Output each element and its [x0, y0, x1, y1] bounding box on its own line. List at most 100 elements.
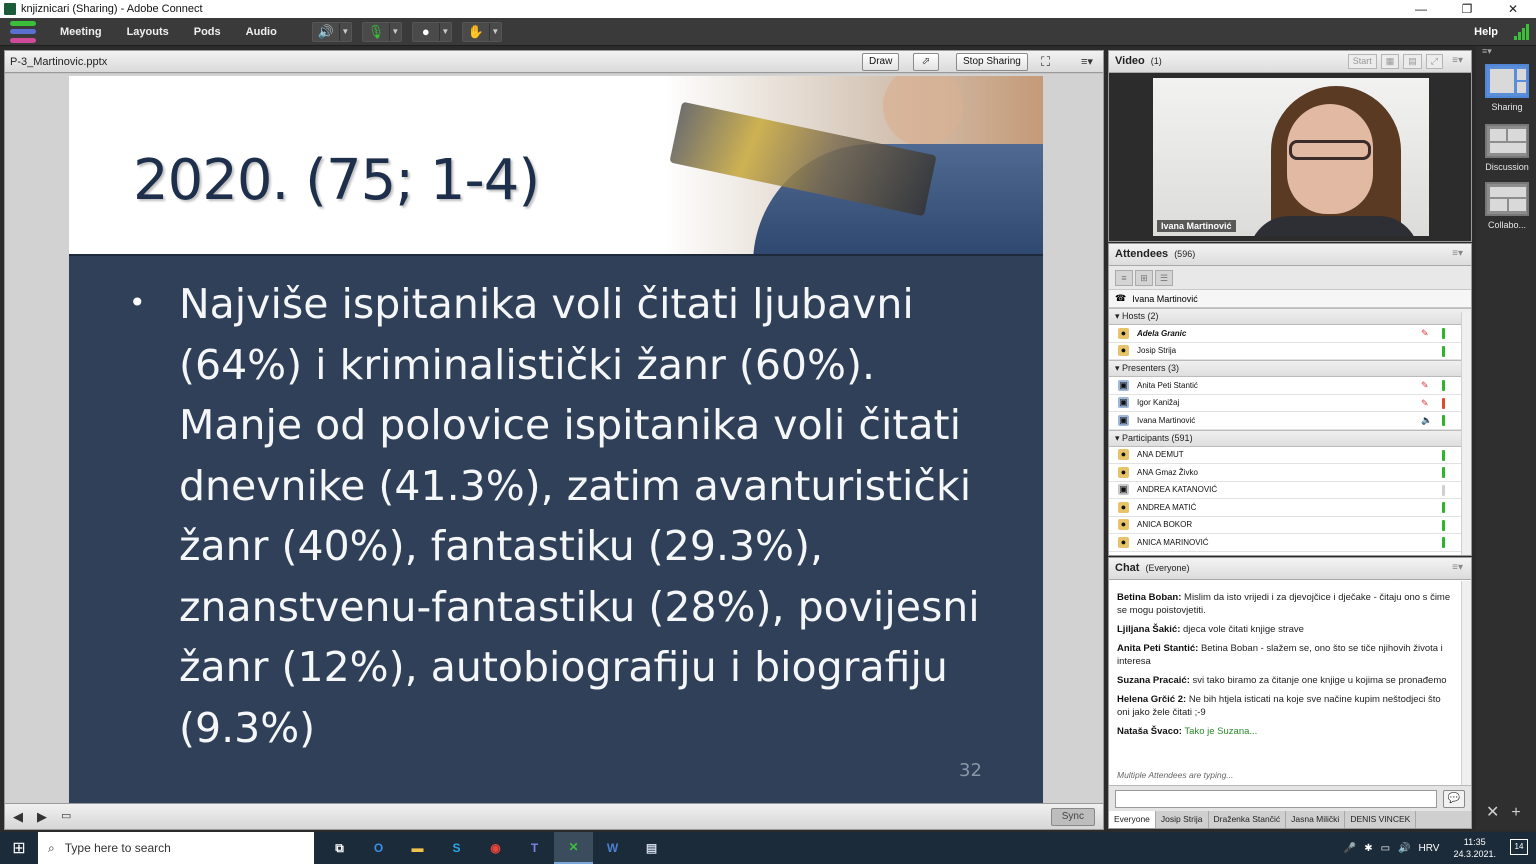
chat-message: Anita Peti Stantić: Betina Boban - slaže… — [1117, 643, 1443, 667]
attendee-row[interactable]: ▣ Ivana Martinović 🔈 — [1109, 412, 1471, 430]
layout-collaboration[interactable]: Collabo... — [1482, 182, 1532, 230]
attendee-row[interactable]: ▣ ANDREA KATANOVIĆ — [1109, 482, 1471, 499]
menu-layouts[interactable]: Layouts — [127, 26, 169, 38]
presenters-group-header[interactable]: ▾ Presenters (3) — [1109, 360, 1471, 377]
video-layout-filmstrip-icon[interactable]: ▦ — [1380, 54, 1400, 69]
attendee-row[interactable]: ● ANA DEMUT — [1109, 447, 1471, 464]
start-webcam-button[interactable]: Start — [1347, 54, 1377, 69]
teams-icon[interactable]: T — [515, 832, 554, 864]
microphone-icon[interactable]: 🎤 — [1344, 843, 1356, 854]
participant-icon: ▣ — [1118, 484, 1129, 496]
slide-viewport: 2020. (75; 1-4) • Najviše ispitanika vol… — [5, 74, 1103, 804]
layout-sharing[interactable]: Sharing — [1482, 64, 1532, 112]
add-layout-icon[interactable]: + — [1511, 804, 1532, 821]
chat-tab-everyone[interactable]: Everyone — [1109, 811, 1156, 828]
notification-center-icon[interactable]: 14 — [1510, 839, 1528, 855]
status-view-icon[interactable]: ☰ — [1155, 270, 1173, 286]
my-status-row[interactable]: ☎ Ivana Martinović — [1109, 290, 1471, 308]
previous-slide-icon[interactable]: ◀ — [13, 809, 23, 825]
chat-input[interactable] — [1115, 790, 1437, 808]
attendee-row[interactable]: ▣ Igor Kanižaj ✎ — [1109, 395, 1471, 412]
mic-muted-icon: ✎ — [1421, 380, 1429, 390]
pod-options-menu-icon[interactable]: ≡▾ — [1081, 55, 1093, 68]
tray-app-icon[interactable]: ✱ — [1364, 843, 1372, 854]
participant-icon: ● — [1118, 449, 1129, 461]
word-icon[interactable]: W — [593, 832, 632, 864]
next-slide-icon[interactable]: ▶ — [37, 809, 47, 825]
status-indicator — [1442, 502, 1445, 513]
pod-options-menu-icon[interactable]: ≡▾ — [1452, 55, 1463, 66]
chat-pod-title: Chat — [1115, 562, 1140, 574]
volume-icon[interactable]: 🔊 — [1398, 843, 1410, 854]
participants-group-header[interactable]: ▾ Participants (591) — [1109, 429, 1471, 447]
layout-label: Discussion — [1485, 162, 1529, 172]
file-explorer-icon[interactable]: ▬ — [398, 832, 437, 864]
pod-options-menu-icon[interactable]: ≡▾ — [1452, 248, 1463, 259]
layout-discussion[interactable]: Discussion — [1482, 124, 1532, 172]
attendee-row[interactable]: ● Adela Granic ✎ — [1109, 325, 1471, 343]
video-expand-icon[interactable]: ⤢ — [1425, 54, 1443, 69]
chat-scrollbar[interactable] — [1461, 581, 1471, 785]
taskbar-clock[interactable]: 11:35 24.3.2021. — [1453, 836, 1496, 860]
menu-audio[interactable]: Audio — [246, 26, 277, 38]
draw-button[interactable]: Draw — [862, 53, 900, 71]
webcam-toggle-button[interactable]: ● ▼ — [411, 21, 452, 42]
pointer-icon[interactable]: ⬀ — [913, 53, 939, 71]
webcam-name-label: Ivana Martinović — [1157, 220, 1236, 232]
close-layouts-icon[interactable]: ✕ — [1486, 804, 1511, 821]
chevron-down-icon[interactable]: ▼ — [388, 22, 401, 41]
chat-tab-private[interactable]: Josip Strija — [1156, 811, 1209, 828]
stop-sharing-button[interactable]: Stop Sharing — [956, 53, 1028, 71]
attendee-name: ANA Gmaz Živko — [1137, 467, 1198, 477]
pod-options-menu-icon[interactable]: ≡▾ — [1452, 562, 1463, 573]
windows-start-icon[interactable]: ⊞ — [0, 832, 38, 864]
fullscreen-icon[interactable]: ⛶ — [1041, 54, 1050, 70]
attendee-row[interactable]: ● Josip Strija — [1109, 343, 1471, 360]
chat-tab-private[interactable]: Draženka Stančić — [1209, 811, 1287, 828]
sync-button[interactable]: Sync — [1050, 808, 1095, 826]
chevron-down-icon[interactable]: ▼ — [438, 22, 451, 41]
hosts-group-header[interactable]: ▾ Hosts (2) — [1109, 308, 1471, 325]
skype-icon[interactable]: S — [437, 832, 476, 864]
raise-hand-button[interactable]: ✋ ▼ — [461, 21, 502, 42]
attendee-row[interactable]: ● ANICA BOKOR — [1109, 517, 1471, 534]
attendee-row[interactable]: ● ANDREA MATIĆ — [1109, 499, 1471, 517]
attendee-row[interactable]: ● ANICA MARINOVIĆ — [1109, 534, 1471, 552]
chevron-down-icon[interactable]: ▼ — [338, 22, 351, 41]
video-layout-grid-icon[interactable]: ▤ — [1403, 54, 1422, 69]
adobe-connect-taskbar-icon[interactable]: ✕ — [554, 832, 593, 864]
layouts-menu-icon[interactable]: ≡▾ — [1476, 46, 1536, 58]
outlook-icon[interactable]: O — [359, 832, 398, 864]
help-menu[interactable]: Help — [1474, 26, 1498, 38]
host-icon: ● — [1118, 345, 1129, 357]
video-pod-header: Video (1) Start ▦ ▤ ⤢ ≡▾ — [1109, 51, 1471, 73]
restore-button[interactable]: ❐ — [1444, 0, 1490, 18]
task-view-icon[interactable]: ⧉ — [320, 832, 359, 864]
adobe-connect-app-icon — [4, 3, 16, 15]
chat-tab-private[interactable]: DENIS VINCEK — [1345, 811, 1417, 828]
taskbar-search[interactable]: ⌕ Type here to search — [38, 832, 314, 864]
language-indicator[interactable]: HRV — [1419, 843, 1440, 854]
chat-tab-private[interactable]: Jasna Milički — [1286, 811, 1346, 828]
presentation-app-icon[interactable]: ▤ — [632, 832, 671, 864]
minimize-button[interactable]: — — [1398, 0, 1444, 18]
send-message-icon[interactable]: 💬 — [1443, 790, 1465, 808]
sidebar-toggle-icon[interactable]: ▭ — [61, 809, 71, 822]
close-button[interactable]: ✕ — [1490, 0, 1536, 18]
speaker-toggle-button[interactable]: 🔊 ▼ — [311, 21, 352, 42]
menu-pods[interactable]: Pods — [194, 26, 221, 38]
chrome-icon[interactable]: ◉ — [476, 832, 515, 864]
attendee-row[interactable]: ● ANA Gmaz Živko — [1109, 464, 1471, 482]
chat-message: Helena Grčić 2: Ne bih htjela isticati n… — [1117, 694, 1441, 718]
slide-divider — [69, 254, 1043, 256]
menu-meeting[interactable]: Meeting — [60, 26, 102, 38]
attendee-row[interactable]: ▣ Anita Peti Stantić ✎ — [1109, 377, 1471, 395]
breakout-icon[interactable]: ⊞ — [1135, 270, 1153, 286]
microphone-toggle-button[interactable]: 🎙 ▼ — [361, 21, 402, 42]
list-view-icon[interactable]: ≡ — [1115, 270, 1133, 286]
attendees-scrollbar[interactable] — [1461, 312, 1471, 555]
chevron-down-icon[interactable]: ▼ — [488, 22, 501, 41]
network-icon[interactable]: ▭ — [1381, 843, 1390, 854]
clock-time: 11:35 — [1463, 837, 1486, 847]
adobe-connect-logo — [10, 20, 36, 43]
